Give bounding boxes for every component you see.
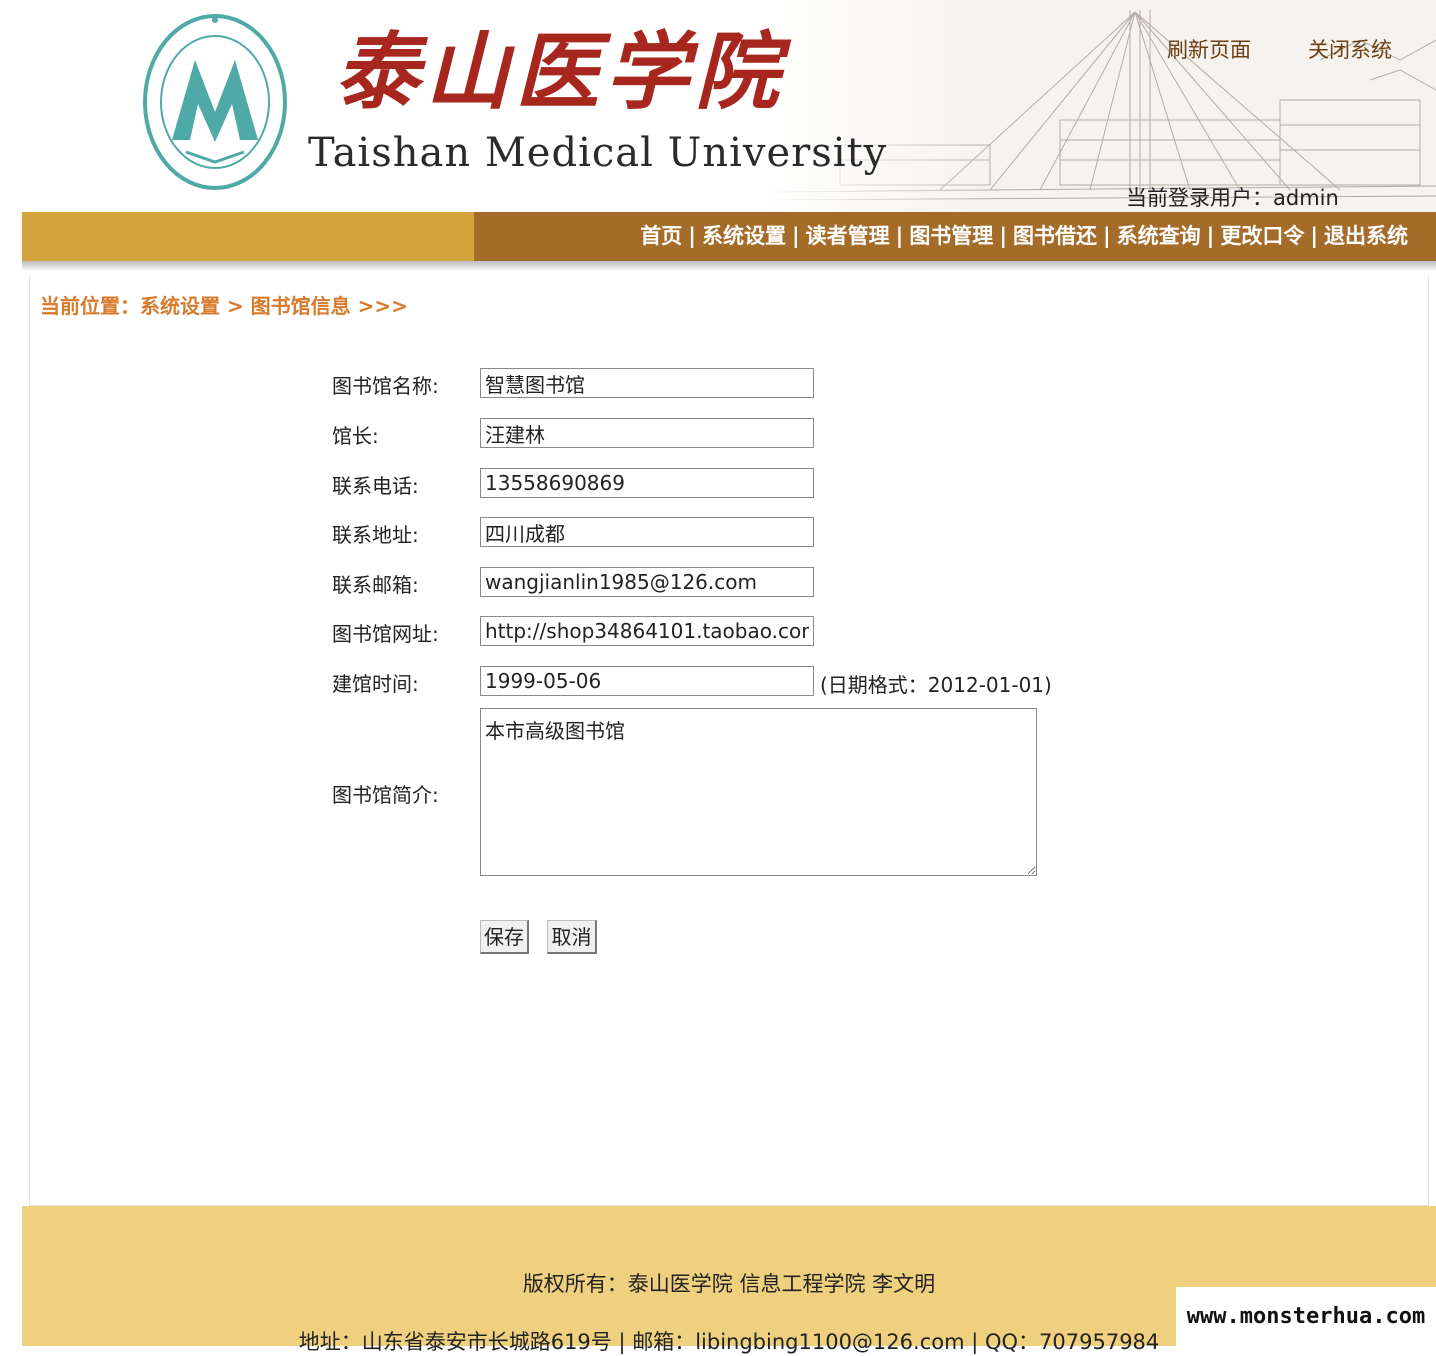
login-username: admin bbox=[1273, 186, 1339, 210]
website-label: 图书馆网址: bbox=[332, 622, 439, 646]
main-nav-bar: 首页 | 系统设置 | 读者管理 | 图书管理 | 图书借还 | 系统查询 | 更改口令 | 退出系统 bbox=[22, 212, 1436, 261]
nav-separator: | bbox=[895, 224, 904, 248]
save-button[interactable]: 保存 bbox=[480, 920, 529, 954]
nav-item-logout[interactable]: 退出系统 bbox=[1324, 224, 1408, 248]
curator-label: 馆长: bbox=[332, 424, 379, 448]
campus-illustration bbox=[760, 0, 1436, 212]
breadcrumb: 当前位置：系统设置 > 图书馆信息 >>> bbox=[40, 294, 408, 318]
email-label: 联系邮箱: bbox=[332, 573, 419, 597]
nav-separator: | bbox=[688, 224, 696, 248]
nav-bar-left-block bbox=[22, 212, 474, 261]
library-name-input[interactable] bbox=[480, 368, 814, 398]
email-input[interactable] bbox=[480, 567, 814, 597]
nav-item-book-management[interactable]: 图书管理 bbox=[909, 224, 993, 248]
phone-input[interactable] bbox=[480, 468, 814, 498]
date-format-hint: (日期格式：2012-01-01) bbox=[820, 673, 1052, 697]
address-input[interactable] bbox=[480, 517, 814, 547]
founded-date-label: 建馆时间: bbox=[332, 672, 419, 696]
address-label: 联系地址: bbox=[332, 523, 419, 547]
watermark: www.monsterhua.com bbox=[1176, 1287, 1436, 1346]
login-label: 当前登录用户： bbox=[1126, 186, 1273, 210]
page-header: 泰山医学院 Taishan Medical University 刷新页面 关闭… bbox=[0, 0, 1436, 212]
nav-shadow-divider bbox=[22, 261, 1436, 270]
library-name-label: 图书馆名称: bbox=[332, 374, 439, 398]
nav-item-system-settings[interactable]: 系统设置 bbox=[702, 224, 786, 248]
curator-input[interactable] bbox=[480, 418, 814, 448]
nav-item-system-query[interactable]: 系统查询 bbox=[1117, 224, 1201, 248]
nav-item-borrow-return[interactable]: 图书借还 bbox=[1013, 224, 1097, 248]
nav-item-reader-management[interactable]: 读者管理 bbox=[806, 224, 890, 248]
current-user-info: 当前登录用户：admin bbox=[1126, 182, 1339, 212]
close-system-link[interactable]: 关闭系统 bbox=[1308, 34, 1392, 64]
logo-english-name: Taishan Medical University bbox=[308, 130, 888, 176]
university-seal-logo bbox=[143, 14, 287, 190]
website-input[interactable] bbox=[480, 616, 814, 646]
nav-menu: 首页 | 系统设置 | 读者管理 | 图书管理 | 图书借还 | 系统查询 | 更改口令 | 退出系统 bbox=[640, 212, 1408, 261]
phone-label: 联系电话: bbox=[332, 474, 419, 498]
nav-separator: | bbox=[1310, 224, 1318, 248]
nav-item-change-password[interactable]: 更改口令 bbox=[1220, 224, 1304, 248]
nav-separator: | bbox=[1206, 224, 1215, 248]
logo-chinese-name: 泰山医学院 bbox=[335, 22, 786, 121]
cancel-button[interactable]: 取消 bbox=[547, 920, 597, 954]
intro-label: 图书馆简介: bbox=[332, 783, 439, 807]
intro-textarea[interactable]: 本市高级图书馆 bbox=[480, 708, 1037, 876]
refresh-page-link[interactable]: 刷新页面 bbox=[1167, 34, 1251, 64]
founded-date-input[interactable] bbox=[480, 666, 814, 696]
nav-bar-right-block: 首页 | 系统设置 | 读者管理 | 图书管理 | 图书借还 | 系统查询 | 更改口令 | 退出系统 bbox=[474, 212, 1436, 261]
nav-separator: | bbox=[791, 224, 800, 248]
nav-item-home[interactable]: 首页 bbox=[640, 224, 682, 248]
nav-separator: | bbox=[1102, 224, 1111, 248]
nav-separator: | bbox=[999, 224, 1007, 248]
